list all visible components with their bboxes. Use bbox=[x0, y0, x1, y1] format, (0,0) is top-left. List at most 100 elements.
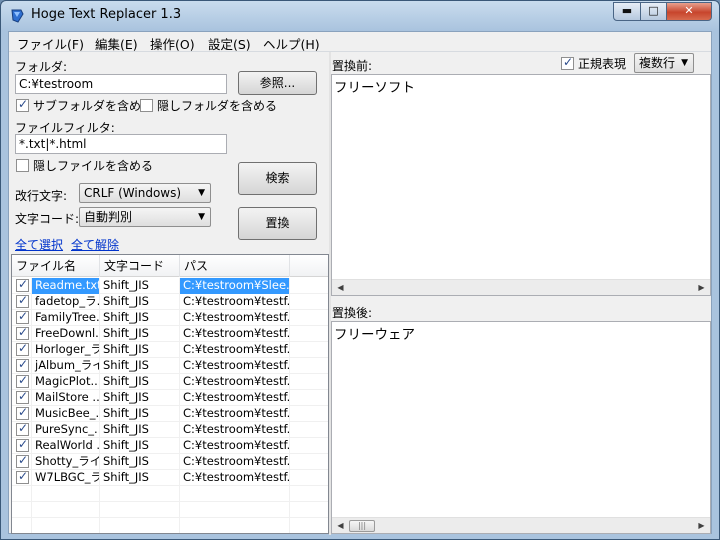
empty-cell bbox=[12, 518, 32, 533]
newline-selected-value: CRLF (Windows) bbox=[84, 186, 182, 200]
include-subfolders-check-icon[interactable] bbox=[16, 97, 29, 112]
empty-cell bbox=[180, 486, 290, 502]
column-header-filename[interactable]: ファイル名 bbox=[12, 255, 100, 277]
include-hidden-folders-check-icon[interactable] bbox=[140, 99, 153, 112]
include-hidden-files-label: 隠しファイルを含める bbox=[33, 159, 154, 173]
include-hidden-files-checkbox[interactable]: 隠しファイルを含める bbox=[16, 157, 153, 173]
before-horizontal-scrollbar[interactable]: ◀ ▶ bbox=[332, 279, 710, 295]
row-checkbox[interactable] bbox=[16, 310, 29, 324]
column-header-encoding[interactable]: 文字コード bbox=[100, 255, 180, 277]
row-checkbox[interactable] bbox=[16, 454, 29, 468]
row-checkbox[interactable] bbox=[16, 342, 29, 356]
newline-label: 改行文字: bbox=[15, 189, 68, 203]
search-button[interactable]: 検索 bbox=[238, 162, 317, 195]
newline-select[interactable]: CRLF (Windows) ▼ bbox=[79, 183, 211, 203]
row-filename: fadetop_ラ... bbox=[32, 294, 100, 310]
row-checkbox[interactable] bbox=[16, 422, 29, 436]
row-checkbox[interactable] bbox=[16, 438, 29, 452]
table-row[interactable]: FreeDownl...Shift_JISC:¥testroom¥testf..… bbox=[12, 326, 328, 342]
row-checkbox-cell bbox=[12, 390, 32, 406]
row-checkbox[interactable] bbox=[16, 358, 29, 372]
table-row[interactable]: fadetop_ラ...Shift_JISC:¥testroom¥testf..… bbox=[12, 294, 328, 310]
empty-cell bbox=[180, 502, 290, 518]
row-checkbox[interactable] bbox=[16, 374, 29, 388]
empty-cell bbox=[180, 518, 290, 533]
maximize-button[interactable]: □ bbox=[640, 2, 667, 21]
row-path: C:¥testroom¥testf... bbox=[180, 374, 290, 390]
row-filename: PureSync_... bbox=[32, 422, 100, 438]
scroll-left-icon[interactable]: ◀ bbox=[332, 280, 349, 295]
table-row[interactable]: MusicBee_...Shift_JISC:¥testroom¥testf..… bbox=[12, 406, 328, 422]
row-encoding: Shift_JIS bbox=[100, 454, 180, 470]
scroll-left-icon[interactable]: ◀ bbox=[332, 518, 349, 533]
line-mode-select[interactable]: 複数行 ▼ bbox=[634, 53, 694, 73]
row-encoding: Shift_JIS bbox=[100, 422, 180, 438]
row-checkbox-cell bbox=[12, 454, 32, 470]
row-checkbox[interactable] bbox=[16, 470, 29, 484]
table-row[interactable]: MagicPlot...Shift_JISC:¥testroom¥testf..… bbox=[12, 374, 328, 390]
include-hidden-files-check-icon[interactable] bbox=[16, 159, 29, 172]
row-filename: jAlbum_ライ... bbox=[32, 358, 100, 374]
row-checkbox-cell bbox=[12, 406, 32, 422]
table-row[interactable]: Shotty_ライ...Shift_JISC:¥testroom¥testf..… bbox=[12, 454, 328, 470]
menu-operation[interactable]: 操作(O) bbox=[150, 34, 195, 53]
row-path: C:¥testroom¥testf... bbox=[180, 470, 290, 486]
close-button[interactable]: ✕ bbox=[666, 2, 712, 21]
regex-checkbox[interactable]: 正規表現 bbox=[561, 55, 626, 71]
row-encoding: Shift_JIS bbox=[100, 326, 180, 342]
window-title: Hoge Text Replacer 1.3 bbox=[31, 7, 182, 22]
file-list[interactable]: ファイル名 文字コード パス Readme.txtShift_JISC:¥tes… bbox=[11, 254, 329, 534]
chevron-down-icon: ▼ bbox=[681, 58, 688, 68]
menu-file[interactable]: ファイル(F) bbox=[17, 34, 84, 53]
empty-cell bbox=[100, 502, 180, 518]
before-text-editor[interactable]: フリーソフト ◀ ▶ bbox=[331, 74, 711, 296]
row-checkbox[interactable] bbox=[16, 294, 29, 308]
row-checkbox[interactable] bbox=[16, 278, 29, 292]
table-row[interactable]: RealWorld ...Shift_JISC:¥testroom¥testf.… bbox=[12, 438, 328, 454]
include-subfolders-checkbox[interactable]: サブフォルダを含める bbox=[16, 97, 153, 113]
row-filename: FamilyTree... bbox=[32, 310, 100, 326]
table-row[interactable]: Readme.txtShift_JISC:¥testroom¥Slee... bbox=[12, 278, 328, 294]
row-checkbox[interactable] bbox=[16, 326, 29, 340]
replace-button[interactable]: 置換 bbox=[238, 207, 317, 240]
row-path: C:¥testroom¥testf... bbox=[180, 358, 290, 374]
file-filter-input[interactable]: *.txt|*.html bbox=[15, 134, 227, 154]
after-text-editor[interactable]: フリーウェア ◀ ||| ▶ bbox=[331, 321, 711, 534]
column-header-path[interactable]: パス bbox=[180, 255, 290, 277]
browse-button[interactable]: 参照... bbox=[238, 71, 317, 95]
minimize-button[interactable]: ▬ bbox=[613, 2, 641, 21]
menu-settings[interactable]: 設定(S) bbox=[208, 34, 251, 53]
row-path: C:¥testroom¥testf... bbox=[180, 310, 290, 326]
app-icon bbox=[11, 9, 24, 23]
scrollbar-thumb[interactable]: ||| bbox=[349, 520, 375, 532]
regex-check-icon[interactable] bbox=[561, 55, 574, 70]
row-path: C:¥testroom¥testf... bbox=[180, 294, 290, 310]
empty-cell bbox=[32, 486, 100, 502]
menu-edit[interactable]: 編集(E) bbox=[95, 34, 138, 53]
include-hidden-folders-checkbox[interactable]: 隠しフォルダを含める bbox=[140, 97, 277, 113]
table-row[interactable]: MailStore ...Shift_JISC:¥testroom¥testf.… bbox=[12, 390, 328, 406]
select-all-link[interactable]: 全て選択 bbox=[15, 236, 63, 253]
row-checkbox[interactable] bbox=[16, 406, 29, 420]
after-horizontal-scrollbar[interactable]: ◀ ||| ▶ bbox=[332, 517, 710, 533]
empty-cell bbox=[12, 502, 32, 518]
empty-row bbox=[12, 486, 328, 502]
folder-input[interactable]: C:¥testroom bbox=[15, 74, 227, 94]
row-filename: W7LBGC_ラ... bbox=[32, 470, 100, 486]
table-row[interactable]: W7LBGC_ラ...Shift_JISC:¥testroom¥testf... bbox=[12, 470, 328, 486]
table-row[interactable]: PureSync_...Shift_JISC:¥testroom¥testf..… bbox=[12, 422, 328, 438]
include-hidden-folders-label: 隠しフォルダを含める bbox=[157, 99, 278, 113]
table-row[interactable]: FamilyTree...Shift_JISC:¥testroom¥testf.… bbox=[12, 310, 328, 326]
before-text: フリーソフト bbox=[334, 80, 415, 96]
client-area: ファイル(F) 編集(E) 操作(O) 設定(S) ヘルプ(H) フォルダ: C… bbox=[8, 31, 712, 535]
title-bar[interactable]: Hoge Text Replacer 1.3 ▬ □ ✕ bbox=[1, 1, 719, 31]
scroll-right-icon[interactable]: ▶ bbox=[693, 280, 710, 295]
menu-help[interactable]: ヘルプ(H) bbox=[263, 34, 320, 53]
deselect-all-link[interactable]: 全て解除 bbox=[71, 236, 119, 253]
table-row[interactable]: Horloger_ラ...Shift_JISC:¥testroom¥testf.… bbox=[12, 342, 328, 358]
regex-label: 正規表現 bbox=[578, 57, 627, 71]
encoding-select[interactable]: 自動判別 ▼ bbox=[79, 207, 211, 227]
row-checkbox[interactable] bbox=[16, 390, 29, 404]
scroll-right-icon[interactable]: ▶ bbox=[693, 518, 710, 533]
table-row[interactable]: jAlbum_ライ...Shift_JISC:¥testroom¥testf..… bbox=[12, 358, 328, 374]
